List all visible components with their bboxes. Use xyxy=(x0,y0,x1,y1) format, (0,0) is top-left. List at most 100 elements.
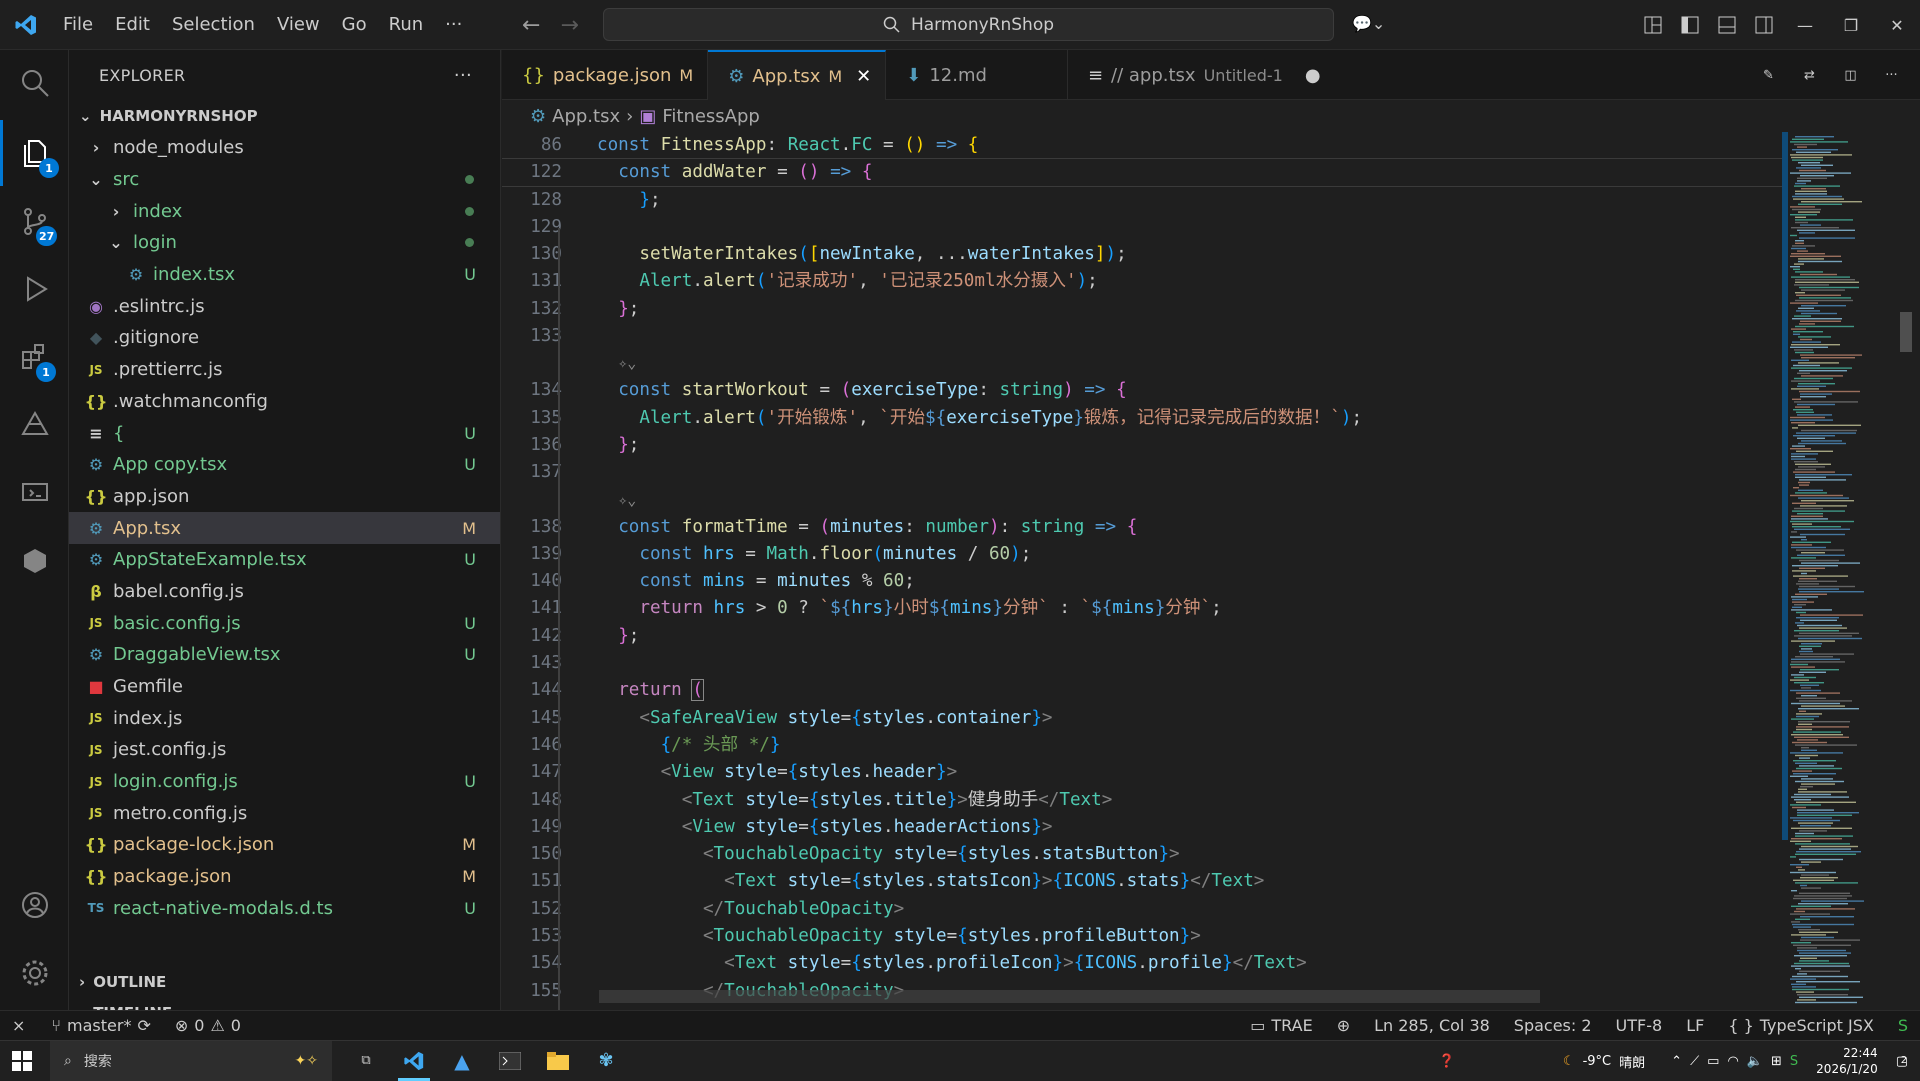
branch-status[interactable]: ⑂ master* ⟳ xyxy=(39,1016,162,1035)
editor-tab[interactable]: ⬇ 12.md xyxy=(886,50,1068,100)
cangjie-icon[interactable] xyxy=(0,392,69,458)
tree-item[interactable]: JS basic.config.js U xyxy=(69,607,500,639)
tree-item[interactable]: › index xyxy=(69,195,500,227)
tree-item[interactable]: {} .watchmanconfig xyxy=(69,386,500,418)
ime-grid-icon[interactable]: ⊞ xyxy=(1771,1054,1782,1069)
vscode-taskbar-icon[interactable] xyxy=(390,1041,438,1081)
tree-item[interactable]: ⚙ DraggableView.tsx U xyxy=(69,639,500,671)
windows-start-icon[interactable] xyxy=(12,1051,32,1075)
tree-item[interactable]: JS index.js xyxy=(69,702,500,734)
run-debug-icon[interactable] xyxy=(0,256,69,322)
task-view-icon[interactable]: ⧉ xyxy=(342,1041,390,1081)
workspace-root[interactable]: ⌄ HARMONYRNSHOP xyxy=(69,100,500,132)
indentation[interactable]: Spaces: 2 xyxy=(1502,1016,1604,1035)
breadcrumb-symbol[interactable]: FitnessApp xyxy=(662,106,760,127)
remote-indicator[interactable]: ⨯ xyxy=(0,1016,39,1035)
restore-icon[interactable]: ❐ xyxy=(1828,0,1874,50)
menu-edit[interactable]: Edit xyxy=(104,0,161,50)
toggle-panel-icon[interactable] xyxy=(1708,0,1745,50)
tree-item[interactable]: ⌄ login xyxy=(69,227,500,259)
tree-item[interactable]: ⌄ src xyxy=(69,164,500,196)
editor-tab[interactable]: ≡ // app.tsx Untitled-1 ● xyxy=(1068,50,1335,100)
tree-item[interactable]: ⚙ index.tsx U xyxy=(69,259,500,291)
code-editor[interactable]: 86 const FitnessApp: React.FC = () => {12… xyxy=(502,132,1782,1010)
tree-item[interactable]: ⚙ App copy.tsx U xyxy=(69,449,500,481)
tree-item[interactable]: ◆ .gitignore xyxy=(69,322,500,354)
tree-item[interactable]: {} app.json xyxy=(69,481,500,513)
menu-view[interactable]: View xyxy=(266,0,331,50)
remote-explorer-icon[interactable] xyxy=(0,460,69,526)
wifi-icon[interactable]: ◠ xyxy=(1727,1054,1738,1069)
menu-file[interactable]: File xyxy=(52,0,104,50)
menu-more[interactable]: ··· xyxy=(434,0,473,50)
trae-status[interactable]: ▭ TRAE xyxy=(1238,1016,1324,1035)
end-of-line[interactable]: LF xyxy=(1674,1016,1716,1035)
tree-item[interactable]: ≡ {U xyxy=(69,417,500,449)
weather-temp[interactable]: -9°C xyxy=(1583,1054,1612,1069)
toggle-secondary-sidebar-icon[interactable] xyxy=(1745,0,1782,50)
tree-item[interactable]: ■ Gemfile xyxy=(69,671,500,703)
chevron-up-icon[interactable]: ⌃ xyxy=(1671,1054,1682,1069)
breadcrumb-file[interactable]: App.tsx xyxy=(552,106,620,127)
terminal-taskbar-icon[interactable] xyxy=(486,1041,534,1081)
clock[interactable]: 22:44 2026/1/20 xyxy=(1816,1045,1878,1077)
tree-item[interactable]: ⚙ App.tsx M xyxy=(69,512,500,544)
tree-item[interactable]: {} package-lock.json M xyxy=(69,829,500,861)
app-taskbar-icon[interactable]: ✾ xyxy=(582,1041,630,1081)
extensions-icon[interactable]: 1 xyxy=(0,324,69,390)
menu-selection[interactable]: Selection xyxy=(161,0,266,50)
tree-item[interactable]: › node_modules xyxy=(69,132,500,164)
minimap-slider[interactable] xyxy=(1782,132,1788,840)
split-editor-icon[interactable]: ◫ xyxy=(1832,50,1869,100)
tree-item[interactable]: JS metro.config.js xyxy=(69,797,500,829)
zoom-icon[interactable]: ⊕ xyxy=(1325,1016,1362,1035)
tree-item[interactable]: {} package.json M xyxy=(69,861,500,893)
explorer-icon[interactable]: 1 xyxy=(0,120,69,186)
close-window-icon[interactable]: ✕ xyxy=(1874,0,1920,50)
toggle-primary-sidebar-icon[interactable] xyxy=(1671,0,1708,50)
notifications-bell-icon[interactable]: S xyxy=(1886,1016,1920,1035)
battery-icon[interactable]: ▭ xyxy=(1707,1054,1719,1069)
sogou-icon[interactable]: S xyxy=(1790,1054,1798,1069)
forward-arrow-icon[interactable]: → xyxy=(560,13,578,38)
tree-item[interactable]: JS login.config.js U xyxy=(69,766,500,798)
help-icon[interactable]: ❓ xyxy=(1439,1054,1455,1069)
encoding[interactable]: UTF-8 xyxy=(1604,1016,1675,1035)
tree-item[interactable]: JS jest.config.js xyxy=(69,734,500,766)
notification-center-icon[interactable]: ▢ 2 xyxy=(1896,1054,1908,1069)
tree-item[interactable]: β babel.config.js xyxy=(69,576,500,608)
command-center-search[interactable]: HarmonyRnShop xyxy=(603,8,1334,41)
customize-layout-icon[interactable] xyxy=(1634,0,1671,50)
taskbar-search[interactable]: ⌕ 搜索 ✦✧ xyxy=(50,1040,332,1081)
editor-tab[interactable]: ⚙ App.tsx M ✕ xyxy=(708,50,887,100)
tree-item[interactable]: JS .prettierrc.js xyxy=(69,354,500,386)
minimap[interactable] xyxy=(1782,132,1912,1010)
unsaved-dot-icon[interactable]: ● xyxy=(1305,65,1321,86)
weather-desc[interactable]: 晴朗 xyxy=(1619,1052,1645,1071)
edit-pencil-icon[interactable]: ✎ xyxy=(1750,50,1787,100)
manage-gear-icon[interactable] xyxy=(0,940,69,1006)
source-control-icon[interactable]: 27 xyxy=(0,188,69,254)
copilot-chat-icon[interactable]: 💬⌄ xyxy=(1352,14,1385,33)
volume-icon[interactable]: 🔈 xyxy=(1747,1054,1763,1069)
menu-run[interactable]: Run xyxy=(378,0,435,50)
deveco-icon[interactable] xyxy=(0,528,69,594)
tray-app-icon[interactable]: ⟋ xyxy=(1690,1054,1699,1069)
editor-tab[interactable]: {} package.json M xyxy=(502,50,709,100)
more-editor-actions-icon[interactable]: ··· xyxy=(1873,50,1910,100)
more-actions-icon[interactable]: ··· xyxy=(454,65,472,86)
deveco-taskbar-icon[interactable]: ▲ xyxy=(438,1041,486,1081)
close-tab-icon[interactable]: ✕ xyxy=(856,66,871,87)
compare-changes-icon[interactable]: ⇄ xyxy=(1791,50,1828,100)
menu-go[interactable]: Go xyxy=(331,0,378,50)
search-view-icon[interactable] xyxy=(0,50,69,116)
language-mode[interactable]: { } TypeScript JSX xyxy=(1716,1016,1886,1035)
problems-status[interactable]: ⊗ 0 ⚠ 0 xyxy=(163,1016,253,1035)
cursor-position[interactable]: Ln 285, Col 38 xyxy=(1362,1016,1502,1035)
horizontal-scrollbar[interactable] xyxy=(599,990,1540,1003)
section-outline[interactable]: › OUTLINE xyxy=(69,966,500,997)
vertical-scrollbar-thumb[interactable] xyxy=(1900,312,1912,352)
tree-item[interactable]: TS react-native-modals.d.ts U xyxy=(69,893,500,925)
tree-item[interactable]: ⚙ AppStateExample.tsx U xyxy=(69,544,500,576)
file-explorer-taskbar-icon[interactable] xyxy=(534,1041,582,1081)
